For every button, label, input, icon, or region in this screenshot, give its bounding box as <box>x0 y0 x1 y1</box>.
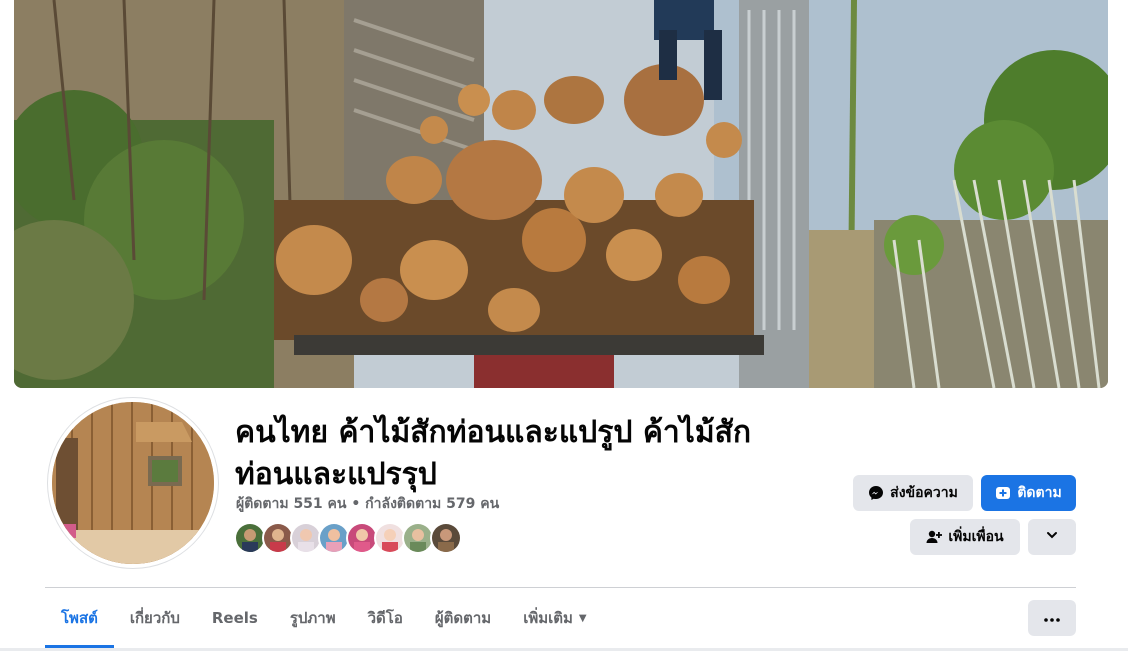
cover-photo[interactable] <box>14 0 1108 388</box>
tab-label: โพสต์ <box>61 609 98 627</box>
message-button[interactable]: ส่งข้อความ <box>853 475 973 511</box>
tab-label: เพิ่มเติม <box>523 609 573 627</box>
tab-photos[interactable]: รูปภาพ <box>274 588 352 648</box>
facebook-page-header: คนไทย ค้าไม้สักท่อนและแปรูป ค้าไม้สักท่อ… <box>0 0 1128 651</box>
tab-videos[interactable]: วิดีโอ <box>352 588 419 648</box>
tab-followers[interactable]: ผู้ติดตาม <box>419 588 507 648</box>
tab-label: รูปภาพ <box>289 609 336 627</box>
page-tabs: โพสต์ เกี่ยวกับ Reels รูปภาพ วิดีโอ ผู้ต… <box>45 588 603 648</box>
tab-label: ผู้ติดตาม <box>434 609 492 627</box>
messenger-icon <box>868 485 884 501</box>
profile-avatar-image <box>52 402 214 564</box>
message-button-label: ส่งข้อความ <box>890 485 958 501</box>
more-options-button[interactable] <box>1028 519 1076 555</box>
tab-reels[interactable]: Reels <box>196 588 274 648</box>
add-friend-button[interactable]: เพิ่มเพื่อน <box>910 519 1020 555</box>
overflow-menu-button[interactable] <box>1028 600 1076 636</box>
add-friend-button-label: เพิ่มเพื่อน <box>948 529 1004 545</box>
profile-avatar[interactable] <box>48 398 218 568</box>
page-title: คนไทย ค้าไม้สักท่อนและแปรูป ค้าไม้สักท่อ… <box>235 415 752 492</box>
tab-label: เกี่ยวกับ <box>129 609 180 627</box>
friend-avatar[interactable] <box>430 522 462 554</box>
follow-button-label: ติดตาม <box>1017 485 1062 501</box>
tab-label: Reels <box>211 609 258 627</box>
tab-label: วิดีโอ <box>367 609 403 627</box>
tab-posts[interactable]: โพสต์ <box>45 588 114 648</box>
cover-photo-image <box>14 0 1108 388</box>
tab-more[interactable]: เพิ่มเติม ▼ <box>507 588 602 648</box>
follow-button[interactable]: ติดตาม <box>981 475 1076 511</box>
caret-down-icon: ▼ <box>578 612 587 624</box>
follower-count[interactable]: ผู้ติดตาม 551 คน • กำลังติดตาม 579 คน <box>236 493 499 515</box>
mutual-friends-avatars[interactable] <box>234 522 462 556</box>
add-friend-icon <box>926 529 943 545</box>
chevron-down-icon <box>1045 528 1059 546</box>
tab-about[interactable]: เกี่ยวกับ <box>114 588 196 648</box>
follow-icon <box>995 485 1011 501</box>
more-dots-icon <box>1044 610 1060 626</box>
